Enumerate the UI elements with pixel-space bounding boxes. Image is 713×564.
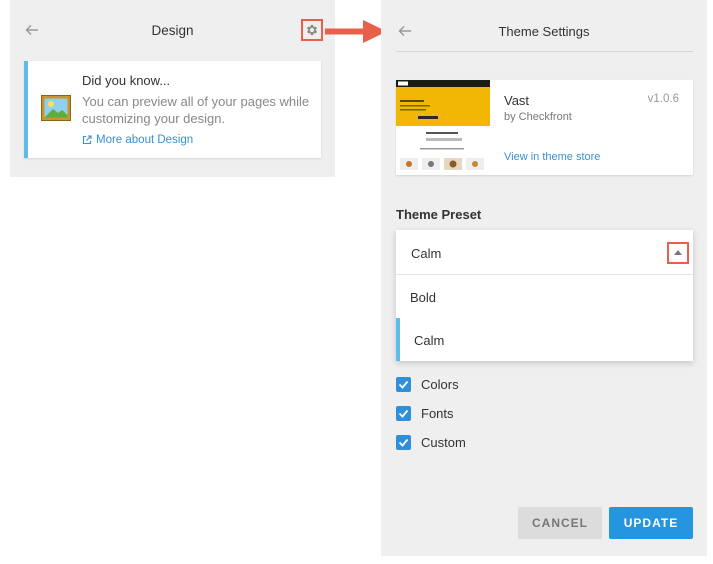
design-title: Design [151, 23, 194, 38]
tip-card: Did you know... You can preview all of y… [24, 61, 321, 158]
custom-checkbox-row[interactable]: Custom [396, 428, 466, 457]
theme-version: v1.0.6 [647, 93, 679, 105]
tip-heading: Did you know... [82, 73, 171, 88]
design-panel: Design Did you know... You can preview a… [10, 0, 335, 177]
theme-card: Vast v1.0.6 by Checkfront View in theme … [396, 80, 693, 175]
more-about-design-label: More about Design [96, 134, 194, 146]
tip-body: You can preview all of your pages while … [82, 94, 310, 126]
more-about-design-link[interactable]: More about Design [82, 134, 193, 146]
colors-label: Colors [421, 377, 459, 392]
cancel-button[interactable]: CANCEL [518, 507, 602, 539]
theme-settings-title: Theme Settings [498, 24, 590, 39]
caret-up-icon [674, 250, 682, 255]
custom-label: Custom [421, 435, 466, 450]
preset-checkboxes: Colors Fonts Custom [396, 370, 466, 457]
custom-checkbox[interactable] [396, 435, 411, 450]
fonts-label: Fonts [421, 406, 454, 421]
gear-icon [306, 24, 318, 36]
fonts-checkbox[interactable] [396, 406, 411, 421]
preset-option-label: Bold [410, 290, 437, 305]
framed-picture-icon [41, 95, 71, 121]
settings-button[interactable] [301, 19, 323, 41]
theme-author: by Checkfront [504, 111, 572, 123]
checkmark-icon [398, 380, 409, 389]
checkmark-icon [398, 409, 409, 418]
flow-arrow-icon [325, 20, 387, 43]
preset-option-bold[interactable]: Bold [396, 275, 693, 318]
theme-preset-dropdown[interactable]: Calm Bold Calm [396, 230, 693, 361]
external-link-icon [82, 135, 92, 145]
theme-thumbnail [396, 80, 490, 175]
preset-select[interactable]: Calm [396, 230, 693, 275]
checkmark-icon [398, 438, 409, 447]
colors-checkbox-row[interactable]: Colors [396, 370, 466, 399]
theme-store-link[interactable]: View in theme store [504, 151, 600, 163]
theme-settings-panel: Theme Settings Vast v1.0.6 by Checkfront… [381, 0, 707, 556]
dropdown-toggle-button[interactable] [667, 242, 689, 264]
header-divider [396, 51, 693, 52]
update-button[interactable]: UPDATE [609, 507, 693, 539]
preset-selected-value: Calm [411, 246, 442, 261]
preset-option-calm[interactable]: Calm [396, 318, 693, 361]
theme-preset-label: Theme Preset [396, 207, 482, 222]
theme-name: Vast [504, 93, 530, 108]
preset-option-label: Calm [414, 333, 445, 348]
colors-checkbox[interactable] [396, 377, 411, 392]
fonts-checkbox-row[interactable]: Fonts [396, 399, 466, 428]
